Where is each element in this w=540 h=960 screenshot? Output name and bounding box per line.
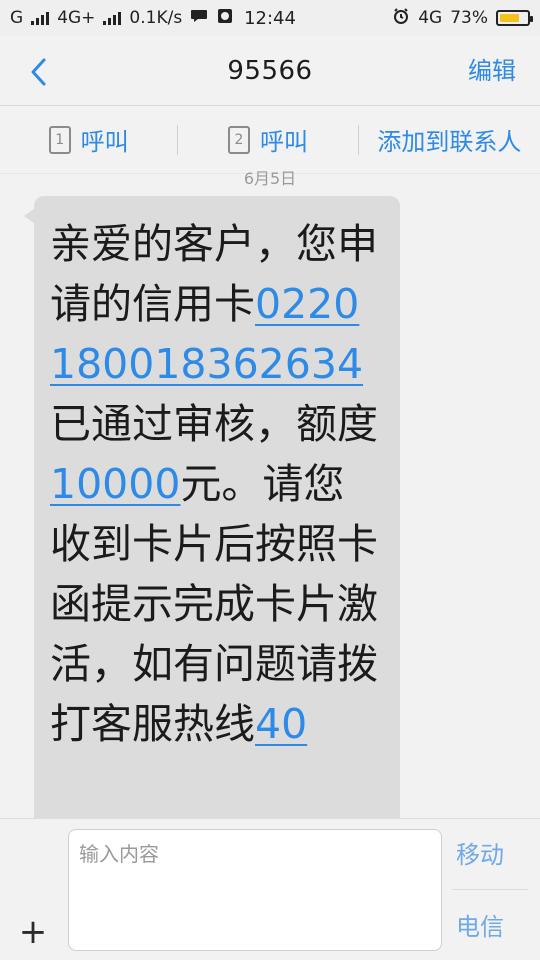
sim-separator (452, 889, 528, 890)
battery-icon (496, 10, 533, 26)
plus-icon: + (18, 912, 48, 952)
send-sim-mobile-button[interactable]: 移动 (444, 835, 516, 875)
edit-button[interactable]: 编辑 (468, 52, 516, 90)
signal-strength-icon (31, 11, 50, 25)
app-notification-icon (216, 7, 234, 30)
call-sim1-label: 呼叫 (80, 128, 129, 156)
send-sim-telecom-button[interactable]: 电信 (444, 907, 516, 947)
amount-link[interactable]: 10000 (50, 460, 180, 508)
conversation-header: 95566 编辑 (0, 36, 540, 106)
message-date: 6月5日 (243, 169, 297, 188)
sim-1-icon: 1 (48, 125, 71, 154)
message-text-part2: 已通过审核，额度 (50, 400, 378, 448)
attach-button[interactable]: + (18, 912, 48, 952)
sim-2-icon: 2 (228, 125, 250, 154)
signal-strength-icon-2 (103, 11, 122, 25)
network-speed: 0.1K/s (129, 8, 183, 28)
status-left: G 4G+ 0.1K/s (10, 7, 234, 30)
message-icon (190, 8, 208, 29)
message-input-placeholder: 输入内容 (79, 842, 159, 866)
conversation-title: 95566 (227, 56, 313, 86)
alarm-icon (392, 7, 410, 30)
message-input[interactable]: 输入内容 (68, 829, 442, 951)
battery-level-fill (500, 14, 519, 22)
battery-percent: 73% (450, 8, 488, 28)
add-to-contacts-label: 添加到联系人 (377, 128, 522, 156)
status-bar: G 4G+ 0.1K/s 12:44 4G 73% (0, 0, 540, 36)
call-sim1-button[interactable]: 1 呼叫 (0, 106, 177, 173)
contact-actions-bar: 1 呼叫 2 呼叫 添加到联系人 (0, 106, 540, 174)
call-sim2-label: 呼叫 (260, 128, 308, 156)
add-to-contacts-button[interactable]: 添加到联系人 (359, 106, 540, 173)
message-composer: + 输入内容 移动 电信 (0, 818, 540, 960)
network-type: 4G+ (57, 8, 96, 28)
call-sim2-button[interactable]: 2 呼叫 (178, 106, 357, 173)
hotline-link[interactable]: 40 (255, 700, 307, 748)
sim-1-number: 1 (55, 131, 65, 148)
status-right: 4G 73% (392, 7, 533, 30)
network-type-right: 4G (418, 8, 443, 28)
message-bubble[interactable]: 亲爱的客户，您申请的信用卡0220180018362634已通过审核，额度100… (34, 196, 400, 836)
carrier-g: G (10, 8, 24, 28)
sim-2-number: 2 (234, 131, 244, 148)
